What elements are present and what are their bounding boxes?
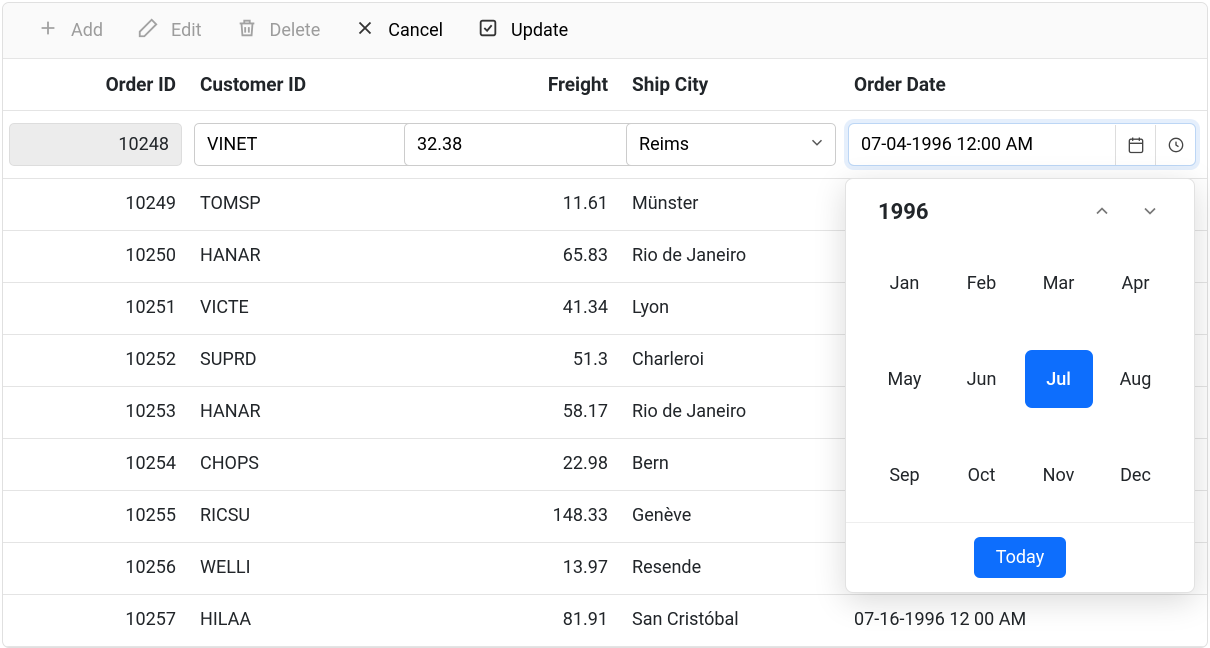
edit-label: Edit (171, 20, 201, 41)
month-nov[interactable]: Nov (1025, 446, 1093, 504)
order-date-picker[interactable] (848, 123, 1196, 166)
update-label: Update (511, 20, 568, 41)
cell-customer-id: WELLI (188, 543, 398, 594)
cell-ship-city: Charleroi (620, 335, 842, 386)
cell-order-id: 10249 (3, 179, 188, 230)
month-mar[interactable]: Mar (1025, 254, 1093, 312)
cancel-button[interactable]: Cancel (350, 17, 447, 44)
add-label: Add (71, 20, 103, 41)
month-may[interactable]: May (871, 350, 939, 408)
calendar-prev[interactable] (1090, 199, 1114, 226)
trash-icon (236, 17, 258, 44)
cell-customer-id: RICSU (188, 491, 398, 542)
cell-freight: 41.34 (398, 283, 620, 334)
cell-freight: 148.33 (398, 491, 620, 542)
order-date-input[interactable] (849, 124, 1115, 165)
calendar-icon[interactable] (1115, 125, 1155, 165)
cell-freight: 13.97 (398, 543, 620, 594)
cancel-label: Cancel (388, 20, 443, 41)
cell-order-id: 10252 (3, 335, 188, 386)
cell-ship-city: Lyon (620, 283, 842, 334)
cell-customer-id: HANAR (188, 387, 398, 438)
delete-label: Delete (270, 20, 321, 41)
cell-freight: 58.17 (398, 387, 620, 438)
pencil-icon (137, 17, 159, 44)
cell-customer-id: CHOPS (188, 439, 398, 490)
month-jul[interactable]: Jul (1025, 350, 1093, 408)
cell-customer-id: HANAR (188, 231, 398, 282)
month-sep[interactable]: Sep (871, 446, 939, 504)
calendar-next[interactable] (1138, 199, 1162, 226)
cell-freight: 11.61 (398, 179, 620, 230)
month-feb[interactable]: Feb (948, 254, 1016, 312)
cell-freight: 65.83 (398, 231, 620, 282)
cell-order-id: 10254 (3, 439, 188, 490)
month-jan[interactable]: Jan (871, 254, 939, 312)
cell-order-date: 07-16-1996 12 00 AM (842, 595, 1202, 646)
edit-row: 10248 (3, 111, 1207, 179)
close-icon (354, 17, 376, 44)
delete-button[interactable]: Delete (232, 17, 325, 44)
month-picker: 1996 JanFebMarApr MayJunJulAug SepOctNovDe… (845, 178, 1195, 593)
today-button[interactable]: Today (974, 537, 1066, 578)
cell-freight: 22.98 (398, 439, 620, 490)
cell-customer-id: HILAA (188, 595, 398, 646)
order-id-readonly: 10248 (9, 123, 182, 166)
cell-order-id: 10256 (3, 543, 188, 594)
col-ship-city[interactable]: Ship City (620, 59, 842, 110)
col-customer-id[interactable]: Customer ID (188, 59, 398, 110)
cell-ship-city: Münster (620, 179, 842, 230)
month-aug[interactable]: Aug (1102, 350, 1170, 408)
col-order-date[interactable]: Order Date (842, 59, 1202, 110)
cell-freight: 51.3 (398, 335, 620, 386)
cell-ship-city: San Cristóbal (620, 595, 842, 646)
month-dec[interactable]: Dec (1102, 446, 1170, 504)
month-oct[interactable]: Oct (948, 446, 1016, 504)
cell-ship-city: Rio de Janeiro (620, 231, 842, 282)
month-jun[interactable]: Jun (948, 350, 1016, 408)
cell-order-id: 10257 (3, 595, 188, 646)
cell-ship-city: Rio de Janeiro (620, 387, 842, 438)
cell-customer-id: TOMSP (188, 179, 398, 230)
cell-freight: 81.91 (398, 595, 620, 646)
clock-icon[interactable] (1155, 125, 1195, 165)
save-icon (477, 17, 499, 44)
plus-icon (37, 17, 59, 44)
col-freight[interactable]: Freight (398, 59, 620, 110)
col-order-id[interactable]: Order ID (3, 59, 188, 110)
cell-order-id: 10251 (3, 283, 188, 334)
cell-customer-id: SUPRD (188, 335, 398, 386)
edit-button[interactable]: Edit (133, 17, 205, 44)
table-row[interactable]: 10257HILAA81.91San Cristóbal07-16-1996 1… (3, 595, 1207, 647)
calendar-year[interactable]: 1996 (878, 200, 929, 225)
cell-customer-id: VICTE (188, 283, 398, 334)
add-button[interactable]: Add (33, 17, 107, 44)
chevron-up-icon (1092, 209, 1112, 224)
cell-order-id: 10253 (3, 387, 188, 438)
month-apr[interactable]: Apr (1102, 254, 1170, 312)
table-header: Order ID Customer ID Freight Ship City O… (3, 59, 1207, 111)
chevron-down-icon (1140, 209, 1160, 224)
ship-city-select[interactable] (626, 123, 836, 166)
update-button[interactable]: Update (473, 17, 572, 44)
cell-ship-city: Genève (620, 491, 842, 542)
cell-order-id: 10250 (3, 231, 188, 282)
cell-ship-city: Bern (620, 439, 842, 490)
toolbar: Add Edit Delete Cancel Update (3, 3, 1207, 59)
cell-order-id: 10255 (3, 491, 188, 542)
cell-ship-city: Resende (620, 543, 842, 594)
